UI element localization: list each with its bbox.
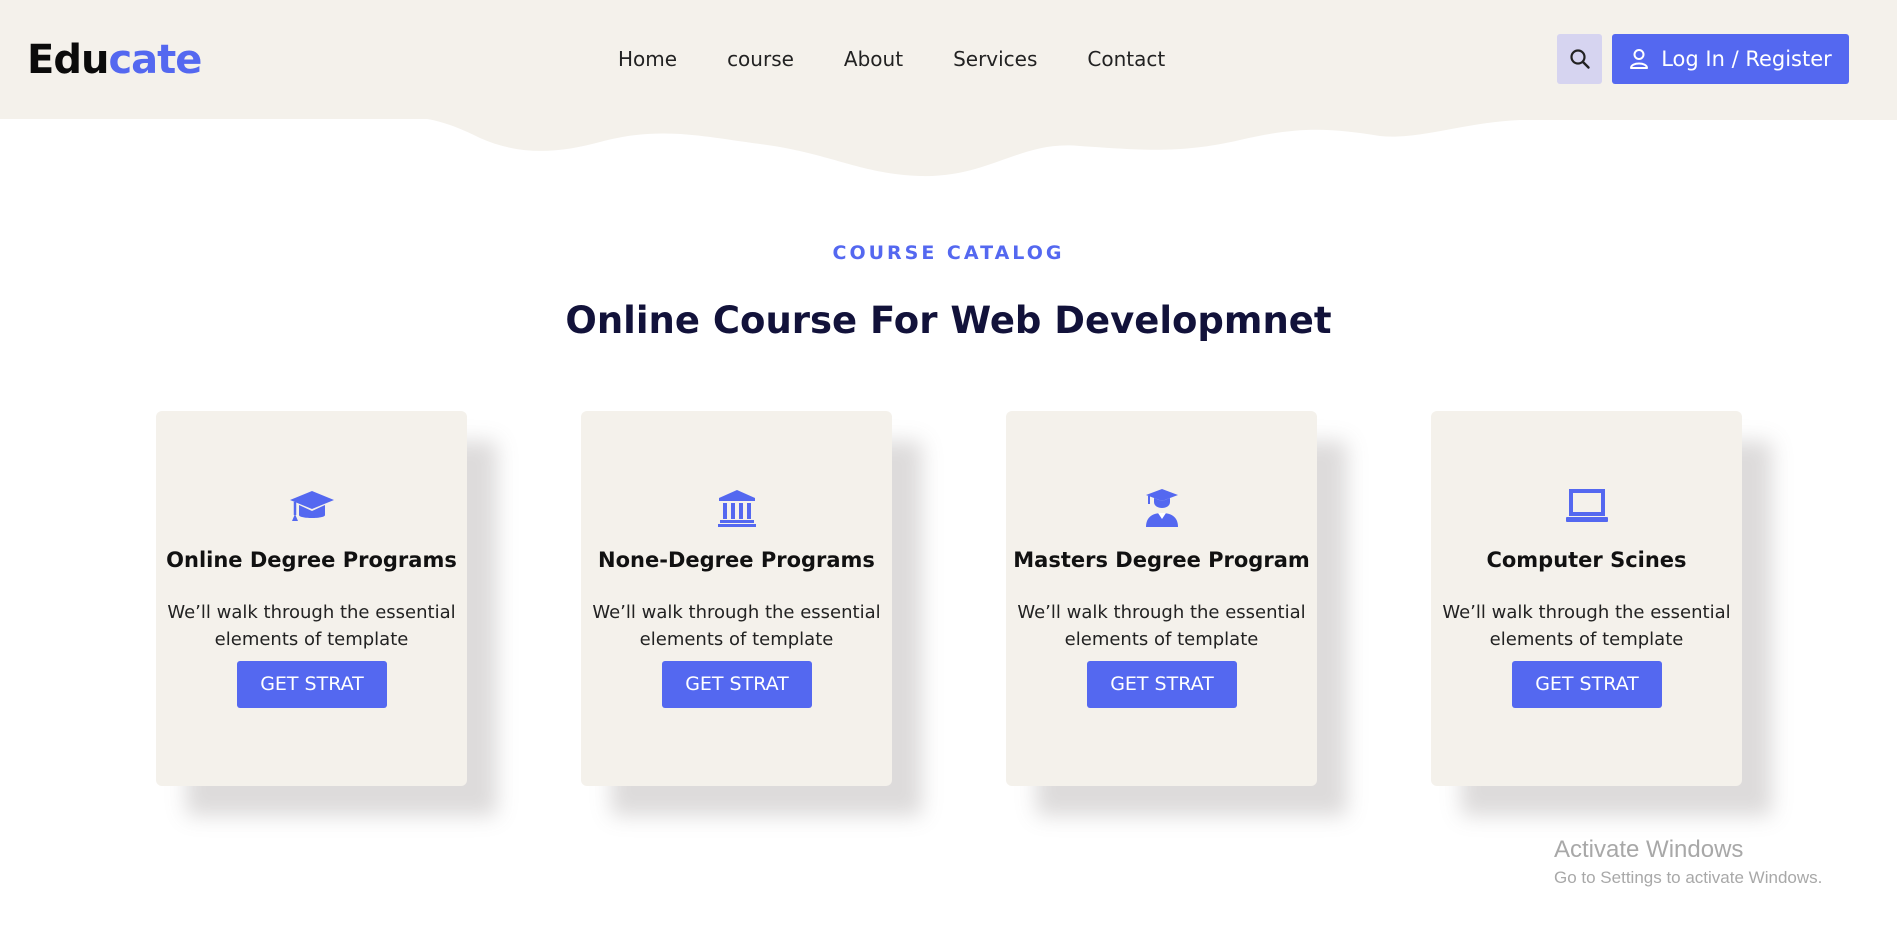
nav-contact[interactable]: Contact <box>1087 44 1165 74</box>
course-card: None-Degree Programs We’ll walk through … <box>581 411 892 786</box>
site-header: Educate Home course About Services Conta… <box>0 0 1897 119</box>
nav-services[interactable]: Services <box>953 44 1037 74</box>
card-description: We’ll walk through the essential element… <box>592 602 881 650</box>
card-title: Masters Degree Program <box>1013 548 1310 572</box>
login-register-button[interactable]: Log In / Register <box>1612 34 1849 84</box>
user-icon <box>1630 49 1649 69</box>
watermark-title: Activate Windows <box>1554 836 1744 863</box>
nav-course[interactable]: course <box>727 44 794 74</box>
logo-text-edu: Edu <box>27 37 109 83</box>
logo[interactable]: Educate <box>27 34 202 86</box>
login-register-label: Log In / Register <box>1661 47 1832 71</box>
graduation-cap-icon <box>289 491 334 521</box>
windows-activation-watermark: Activate Windows Go to Settings to activ… <box>1554 834 1822 890</box>
card-title: Online Degree Programs <box>166 548 457 572</box>
institution-icon <box>717 490 756 527</box>
section-eyebrow: COURSE CATALOG <box>832 242 1065 264</box>
course-card: Computer Scines We’ll walk through the e… <box>1431 411 1742 786</box>
get-strat-button[interactable]: GET STRAT <box>1087 661 1237 708</box>
section-heading: Online Course For Web Developmnet <box>565 299 1332 342</box>
course-card: Online Degree Programs We’ll walk throug… <box>156 411 467 786</box>
card-title: Computer Scines <box>1486 548 1687 572</box>
card-title: None-Degree Programs <box>598 548 875 572</box>
logo-text-cate: cate <box>108 37 202 83</box>
graduate-user-icon <box>1145 489 1178 527</box>
search-icon <box>1569 49 1590 69</box>
watermark-subtitle: Go to Settings to activate Windows. <box>1554 868 1823 887</box>
get-strat-button[interactable]: GET STRAT <box>1512 661 1662 708</box>
search-button[interactable] <box>1557 34 1602 84</box>
nav-about[interactable]: About <box>844 44 903 74</box>
card-description: We’ll walk through the essential element… <box>167 602 456 650</box>
main-nav: Home course About Services Contact <box>618 44 1215 74</box>
nav-home[interactable]: Home <box>618 44 677 74</box>
get-strat-button[interactable]: GET STRAT <box>662 661 812 708</box>
card-description: We’ll walk through the essential element… <box>1442 602 1731 650</box>
header-wave <box>0 118 1897 177</box>
get-strat-button[interactable]: GET STRAT <box>237 661 387 708</box>
course-card: Masters Degree Program We’ll walk throug… <box>1006 411 1317 786</box>
laptop-icon <box>1565 489 1608 522</box>
card-description: We’ll walk through the essential element… <box>1017 602 1306 650</box>
